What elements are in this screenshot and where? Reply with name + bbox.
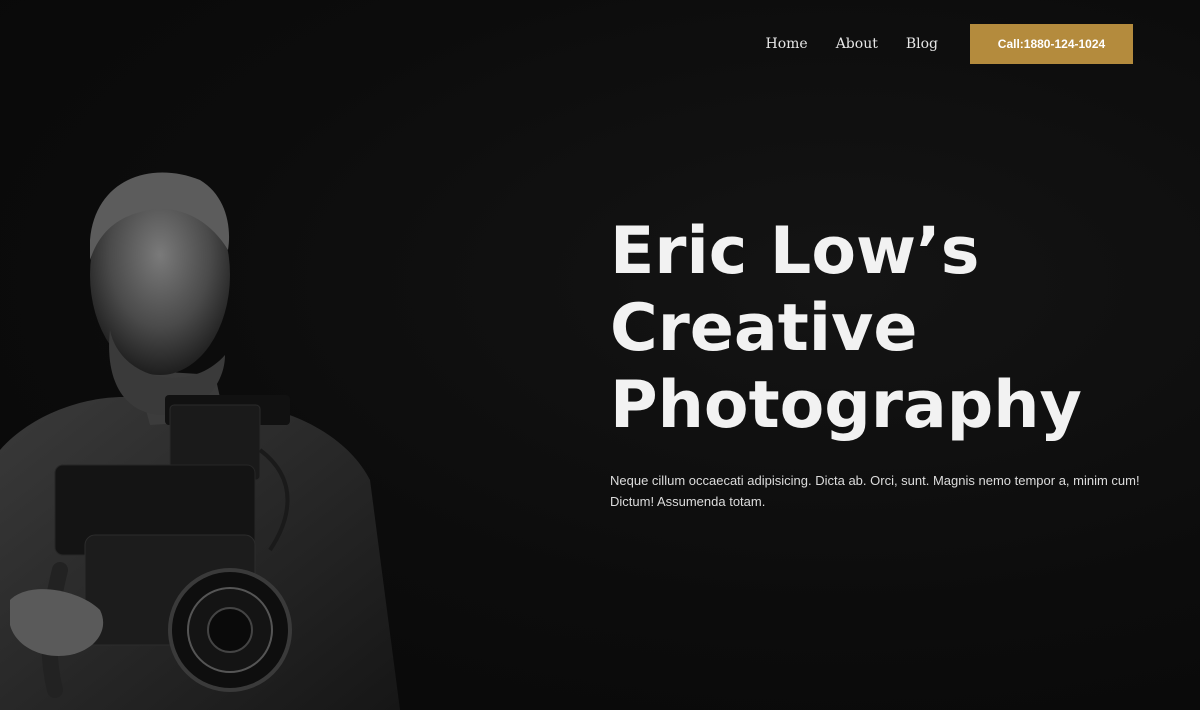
photographer-image [0, 172, 400, 710]
nav-link-about[interactable]: About [836, 36, 878, 52]
call-button[interactable]: Call:1880-124-1024 [970, 24, 1133, 64]
nav-link-blog[interactable]: Blog [906, 36, 938, 52]
hero-intro-text: Neque cillum occaecati adipisicing. Dict… [610, 473, 1140, 509]
main-navigation: Home About Blog Call:1880-124-1024 [765, 24, 1133, 64]
headline-line-2: Creative [610, 291, 918, 366]
hero-section: Home About Blog Call:1880-124-1024 Eric … [0, 0, 1200, 710]
hero-headline: Eric Low’s Creative Photography [610, 213, 1170, 444]
headline-line-1: Eric Low’s [610, 214, 980, 289]
headline-line-3: Photography [610, 368, 1082, 443]
nav-link-home[interactable]: Home [765, 36, 807, 52]
